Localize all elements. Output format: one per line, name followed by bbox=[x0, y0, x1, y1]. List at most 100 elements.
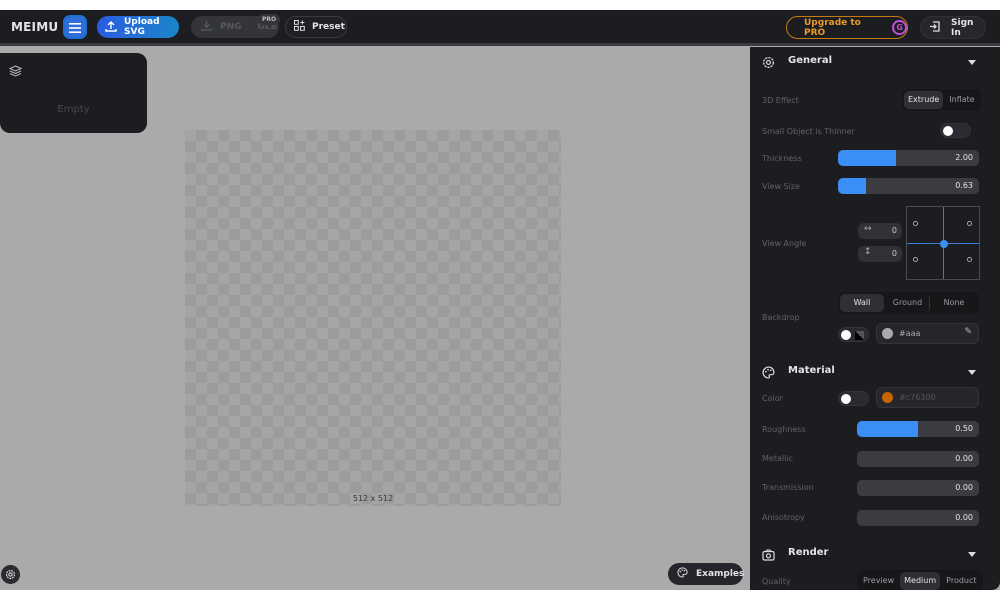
bottom-strip bbox=[0, 590, 1000, 600]
grid-plus-icon bbox=[294, 20, 305, 34]
material-color-value: #c76300 bbox=[899, 393, 936, 402]
section-general-header[interactable]: General bbox=[750, 52, 1000, 72]
backdrop-color-field[interactable]: #aaa ✎ bbox=[876, 323, 979, 344]
view-size-value: 0.63 bbox=[955, 181, 973, 190]
backdrop-label: Backdrop bbox=[762, 313, 800, 322]
thickness-slider[interactable]: 2.00 bbox=[838, 150, 979, 166]
sign-in-icon bbox=[929, 20, 941, 35]
upgrade-pro-button[interactable]: Upgrade to PRO G bbox=[786, 16, 908, 39]
quality-option-medium[interactable]: Medium bbox=[900, 572, 941, 590]
roughness-slider[interactable]: 0.50 bbox=[857, 421, 979, 437]
top-bar: MEIMU Upload SVG PNG GLB PRO Preset Upgr… bbox=[0, 10, 1000, 46]
section-material-title: Material bbox=[788, 365, 835, 376]
roughness-value: 0.50 bbox=[955, 424, 973, 433]
thickness-label: Thickness bbox=[762, 154, 802, 163]
preset-label: Preset bbox=[312, 22, 345, 32]
metallic-slider[interactable]: 0.00 bbox=[857, 451, 979, 467]
hamburger-icon bbox=[69, 18, 81, 37]
examples-label: Examples bbox=[696, 569, 745, 579]
horizontal-arrows-icon: ↔ bbox=[864, 224, 872, 234]
angle-preset-dot[interactable] bbox=[913, 221, 918, 226]
artboard-canvas[interactable] bbox=[185, 130, 561, 506]
pencil-icon[interactable]: ✎ bbox=[964, 327, 972, 337]
pro-g-icon: G bbox=[892, 20, 907, 35]
upgrade-label: Upgrade to PRO bbox=[804, 17, 861, 38]
section-general-title: General bbox=[788, 55, 832, 66]
view-angle-vertical-input[interactable]: ↕ 0 bbox=[858, 246, 902, 262]
angle-preset-dot[interactable] bbox=[967, 257, 972, 262]
layers-icon[interactable] bbox=[8, 62, 23, 81]
quality-segmented-control: Preview Medium Product bbox=[857, 570, 983, 590]
metallic-label: Metallic bbox=[762, 454, 793, 463]
sign-in-label: Sign In bbox=[951, 17, 974, 38]
canvas-size-label: 512 x 512 bbox=[352, 494, 394, 503]
palette-icon bbox=[762, 364, 775, 383]
checker-icon bbox=[855, 331, 864, 340]
material-color-field[interactable]: #c76300 bbox=[876, 387, 979, 408]
gear-icon bbox=[5, 565, 16, 584]
upload-svg-button[interactable]: Upload SVG bbox=[97, 16, 179, 38]
angle-preset-dot[interactable] bbox=[913, 257, 918, 262]
upload-icon bbox=[105, 20, 117, 35]
upload-label: Upload SVG bbox=[124, 17, 160, 37]
vertical-arrows-icon: ↕ bbox=[864, 247, 872, 257]
effect-segmented-control: Extrude Inflate bbox=[902, 89, 981, 111]
layers-empty-label: Empty bbox=[57, 104, 90, 115]
app-logo: MEIMU bbox=[11, 20, 59, 34]
roughness-label: Roughness bbox=[762, 425, 806, 434]
chevron-down-icon[interactable] bbox=[968, 552, 976, 557]
transmission-label: Transmission bbox=[762, 483, 814, 492]
settings-button[interactable] bbox=[1, 565, 20, 584]
backdrop-option-ground[interactable]: Ground bbox=[886, 294, 930, 312]
sign-in-button[interactable]: Sign In bbox=[920, 16, 986, 39]
roughness-fill bbox=[857, 421, 918, 437]
menu-button[interactable] bbox=[63, 15, 87, 39]
anisotropy-value: 0.00 bbox=[955, 513, 973, 522]
view-size-slider[interactable]: 0.63 bbox=[838, 178, 979, 194]
backdrop-option-wall[interactable]: Wall bbox=[840, 294, 884, 312]
view-angle-pad[interactable] bbox=[906, 206, 980, 280]
download-icon bbox=[201, 20, 212, 34]
section-render-header[interactable]: Render bbox=[750, 544, 1000, 564]
examples-button[interactable]: Examples bbox=[668, 563, 745, 585]
app-root: MEIMU Upload SVG PNG GLB PRO Preset Upgr… bbox=[0, 10, 1000, 590]
view-angle-horizontal-input[interactable]: ↔ 0 bbox=[858, 223, 902, 239]
thickness-value: 2.00 bbox=[955, 153, 973, 162]
backdrop-segmented-control: Wall Ground None bbox=[838, 292, 979, 314]
angle-preset-dot[interactable] bbox=[967, 221, 972, 226]
palette-icon bbox=[677, 567, 688, 581]
effect-label: 3D Effect bbox=[762, 96, 799, 105]
quality-option-preview[interactable]: Preview bbox=[859, 572, 898, 590]
section-render-title: Render bbox=[788, 547, 829, 558]
backdrop-color-value: #aaa bbox=[899, 329, 921, 338]
backdrop-option-none[interactable]: None bbox=[932, 294, 976, 312]
effect-option-extrude[interactable]: Extrude bbox=[904, 91, 944, 109]
section-material-header[interactable]: Material bbox=[750, 362, 1000, 382]
view-size-label: View Size bbox=[762, 182, 800, 191]
chevron-down-icon[interactable] bbox=[968, 60, 976, 65]
quality-option-product[interactable]: Product bbox=[942, 572, 980, 590]
angle-handle[interactable] bbox=[940, 240, 948, 248]
anisotropy-slider[interactable]: 0.00 bbox=[857, 510, 979, 526]
color-label: Color bbox=[762, 394, 783, 403]
transmission-slider[interactable]: 0.00 bbox=[857, 480, 979, 496]
effect-option-inflate[interactable]: Inflate bbox=[945, 91, 978, 109]
preset-button[interactable]: Preset bbox=[285, 16, 347, 38]
chevron-down-icon[interactable] bbox=[968, 370, 976, 375]
backdrop-color-swatch bbox=[882, 328, 893, 339]
pro-badge: PRO bbox=[258, 14, 280, 25]
color-toggle[interactable] bbox=[838, 391, 869, 406]
properties-panel: General 3D Effect Extrude Inflate Small … bbox=[750, 47, 1000, 590]
layers-panel: Empty bbox=[0, 53, 147, 133]
small-thinner-toggle[interactable] bbox=[940, 123, 971, 138]
small-thinner-label: Small Object is Thinner bbox=[762, 127, 855, 136]
quality-label: Quality bbox=[762, 577, 791, 586]
backdrop-transparency-toggle[interactable] bbox=[838, 327, 869, 342]
metallic-value: 0.00 bbox=[955, 454, 973, 463]
view-size-fill bbox=[838, 178, 867, 194]
export-png-button[interactable]: PNG bbox=[220, 22, 242, 32]
material-color-swatch bbox=[882, 392, 893, 403]
view-angle-label: View Angle bbox=[762, 239, 807, 248]
anisotropy-label: Anisotropy bbox=[762, 513, 805, 522]
gear-icon bbox=[762, 54, 775, 73]
